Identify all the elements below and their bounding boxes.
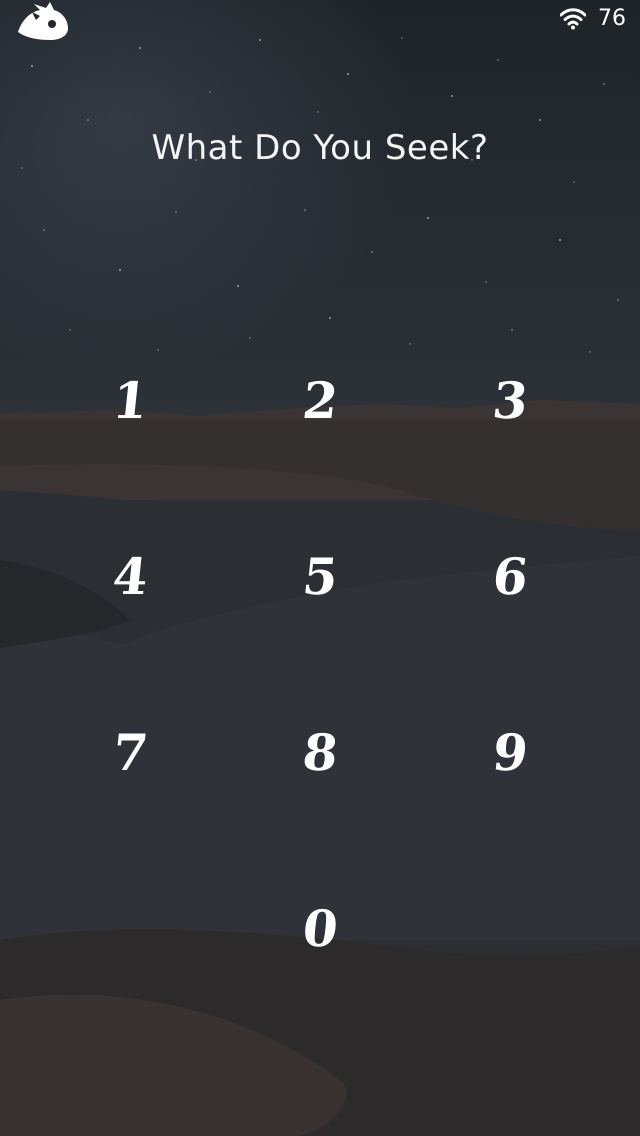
passcode-keypad: 1 2 3 4 5 6 7 8 9 0	[0, 0, 640, 1136]
key-4[interactable]: 4	[70, 516, 190, 636]
key-8[interactable]: 8	[260, 692, 380, 812]
key-6[interactable]: 6	[450, 516, 570, 636]
key-3[interactable]: 3	[450, 340, 570, 460]
key-2[interactable]: 2	[260, 340, 380, 460]
key-9-label: 9	[489, 722, 531, 782]
key-7[interactable]: 7	[70, 692, 190, 812]
key-2-label: 2	[299, 370, 341, 430]
key-5[interactable]: 5	[260, 516, 380, 636]
key-9[interactable]: 9	[450, 692, 570, 812]
key-1-label: 1	[109, 370, 151, 430]
key-0-label: 0	[299, 898, 341, 958]
key-7-label: 7	[109, 722, 151, 782]
key-0[interactable]: 0	[260, 868, 380, 988]
key-3-label: 3	[489, 370, 531, 430]
key-8-label: 8	[299, 722, 341, 782]
key-6-label: 6	[489, 546, 531, 606]
key-5-label: 5	[299, 546, 341, 606]
key-4-label: 4	[109, 546, 151, 606]
key-1[interactable]: 1	[70, 340, 190, 460]
